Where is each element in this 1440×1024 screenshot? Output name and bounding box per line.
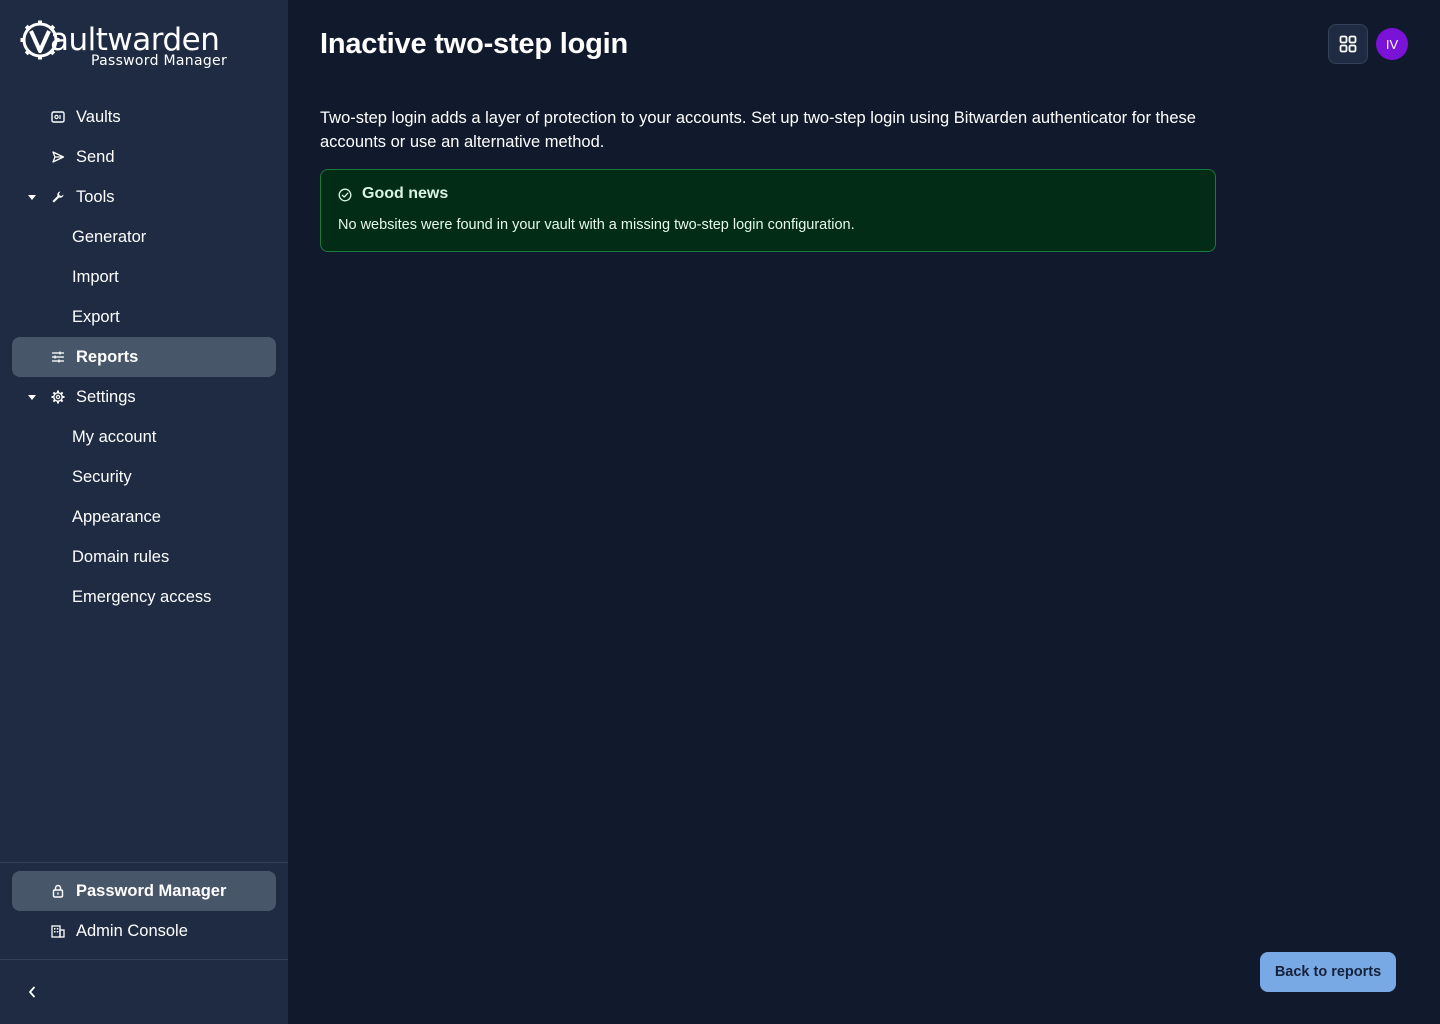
sidebar-item-my-account[interactable]: My account bbox=[12, 417, 276, 457]
sidebar-item-label: Password Manager bbox=[76, 881, 227, 900]
sidebar-item-label: Admin Console bbox=[76, 921, 188, 940]
sidebar-item-domain-rules[interactable]: Domain rules bbox=[12, 537, 276, 577]
product-switcher-nav: Password Manager Admin Console bbox=[12, 871, 276, 951]
sidebar-item-label: Import bbox=[72, 267, 119, 286]
sidebar-item-label: Settings bbox=[76, 387, 136, 406]
sidebar-divider bbox=[0, 862, 288, 863]
sidebar-item-tools[interactable]: Tools bbox=[12, 177, 276, 217]
callout-text: No websites were found in your vault wit… bbox=[338, 217, 855, 233]
sidebar-item-label: Reports bbox=[76, 347, 139, 366]
chevron-left-icon bbox=[29, 986, 35, 998]
sidebar-item-reports[interactable]: Reports bbox=[12, 337, 276, 377]
wrench-icon bbox=[50, 189, 66, 205]
send-icon bbox=[50, 149, 66, 165]
sidebar-item-appearance[interactable]: Appearance bbox=[12, 497, 276, 537]
lock-icon bbox=[50, 883, 66, 899]
sidebar-item-label: Export bbox=[72, 307, 120, 326]
callout-title: Good news bbox=[362, 185, 449, 202]
sidebar-item-security[interactable]: Security bbox=[12, 457, 276, 497]
sidebar-item-export[interactable]: Export bbox=[12, 297, 276, 337]
sidebar-item-vaults[interactable]: Vaults bbox=[12, 97, 276, 137]
gear-icon bbox=[50, 389, 66, 405]
vaultwarden-logo[interactable]: Vaultwarden Password Manager bbox=[20, 18, 230, 74]
sidebar-item-label: Security bbox=[72, 467, 132, 486]
sidebar-item-label: Tools bbox=[76, 187, 115, 206]
logo-subtitle: Password Manager bbox=[91, 53, 228, 69]
sidebar: Vaultwarden Password Manager Vaults Send… bbox=[0, 0, 288, 1024]
sidebar-item-emergency-access[interactable]: Emergency access bbox=[12, 577, 276, 617]
sidebar-divider bbox=[0, 959, 288, 960]
page-title: Inactive two-step login bbox=[320, 28, 628, 60]
sidebar-item-label: Generator bbox=[72, 227, 147, 246]
caret-down-icon[interactable] bbox=[26, 391, 38, 403]
sidebar-item-label: My account bbox=[72, 427, 157, 446]
grid-icon bbox=[1339, 35, 1357, 53]
sidebar-item-label: Vaults bbox=[76, 107, 121, 126]
collapse-sidebar-button[interactable] bbox=[20, 980, 44, 1004]
sidebar-item-import[interactable]: Import bbox=[12, 257, 276, 297]
check-circle-icon bbox=[338, 188, 352, 202]
avatar[interactable]: IV bbox=[1376, 28, 1408, 60]
sidebar-item-label: Domain rules bbox=[72, 547, 170, 566]
product-switcher-button[interactable] bbox=[1328, 24, 1368, 64]
sidebar-item-send[interactable]: Send bbox=[12, 137, 276, 177]
caret-down-icon[interactable] bbox=[26, 191, 38, 203]
success-callout: Good news No websites were found in your… bbox=[320, 169, 1216, 252]
sidebar-item-settings[interactable]: Settings bbox=[12, 377, 276, 417]
building-icon bbox=[50, 923, 66, 939]
sidebar-item-label: Send bbox=[76, 147, 115, 166]
sidebar-item-admin-console[interactable]: Admin Console bbox=[12, 911, 276, 951]
vault-icon bbox=[50, 109, 66, 125]
sidebar-item-generator[interactable]: Generator bbox=[12, 217, 276, 257]
page-description: Two-step login adds a layer of protectio… bbox=[320, 109, 1196, 151]
sliders-icon bbox=[50, 349, 66, 365]
sidebar-item-label: Appearance bbox=[72, 507, 161, 526]
sidebar-item-label: Emergency access bbox=[72, 587, 212, 606]
main-nav: Vaults Send Tools Generator Import Expor… bbox=[12, 97, 276, 617]
sidebar-item-password-manager[interactable]: Password Manager bbox=[12, 871, 276, 911]
back-to-reports-button[interactable]: Back to reports bbox=[1260, 952, 1396, 992]
